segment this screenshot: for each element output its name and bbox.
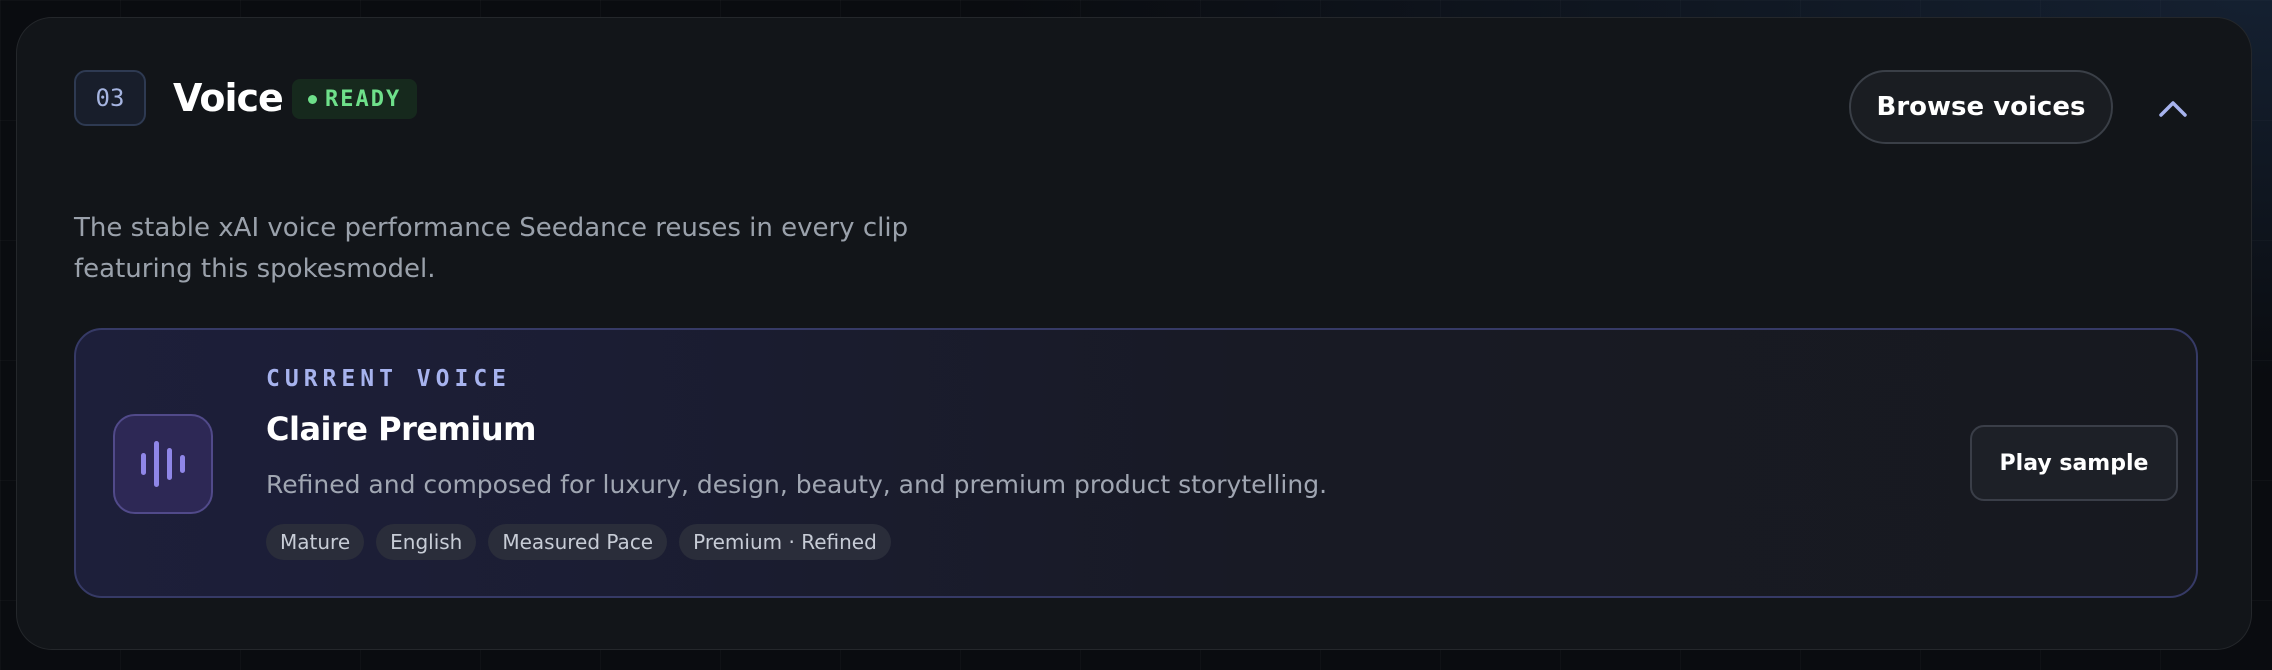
voice-section-panel: 03 Voice READY Browse voices The stable …	[16, 17, 2252, 650]
section-title: Voice	[173, 76, 284, 120]
status-badge: READY	[292, 79, 418, 119]
voice-avatar	[113, 414, 213, 514]
voice-tag: Mature	[266, 524, 365, 560]
status-dot-icon	[308, 94, 317, 104]
collapse-button[interactable]	[2153, 92, 2193, 126]
browse-voices-button[interactable]: Browse voices	[1849, 70, 2113, 144]
voice-description: Refined and composed for luxury, design,…	[266, 470, 1328, 499]
voice-tag: English	[376, 524, 477, 560]
play-sample-button[interactable]: Play sample	[1970, 425, 2178, 501]
chevron-up-icon	[2159, 101, 2187, 117]
current-voice-eyebrow: CURRENT VOICE	[266, 366, 512, 392]
current-voice-card: CURRENT VOICE Claire Premium Refined and…	[74, 328, 2198, 598]
voice-tag: Premium · Refined	[679, 524, 891, 560]
section-description: The stable xAI voice performance Seedanc…	[74, 213, 909, 284]
voice-tags: Mature English Measured Pace Premium · R…	[266, 524, 891, 560]
voice-tag: Measured Pace	[488, 524, 668, 560]
voice-name: Claire Premium	[266, 410, 537, 448]
waveform-icon	[141, 441, 185, 487]
status-label: READY	[325, 86, 402, 112]
step-number-badge: 03	[74, 70, 146, 126]
